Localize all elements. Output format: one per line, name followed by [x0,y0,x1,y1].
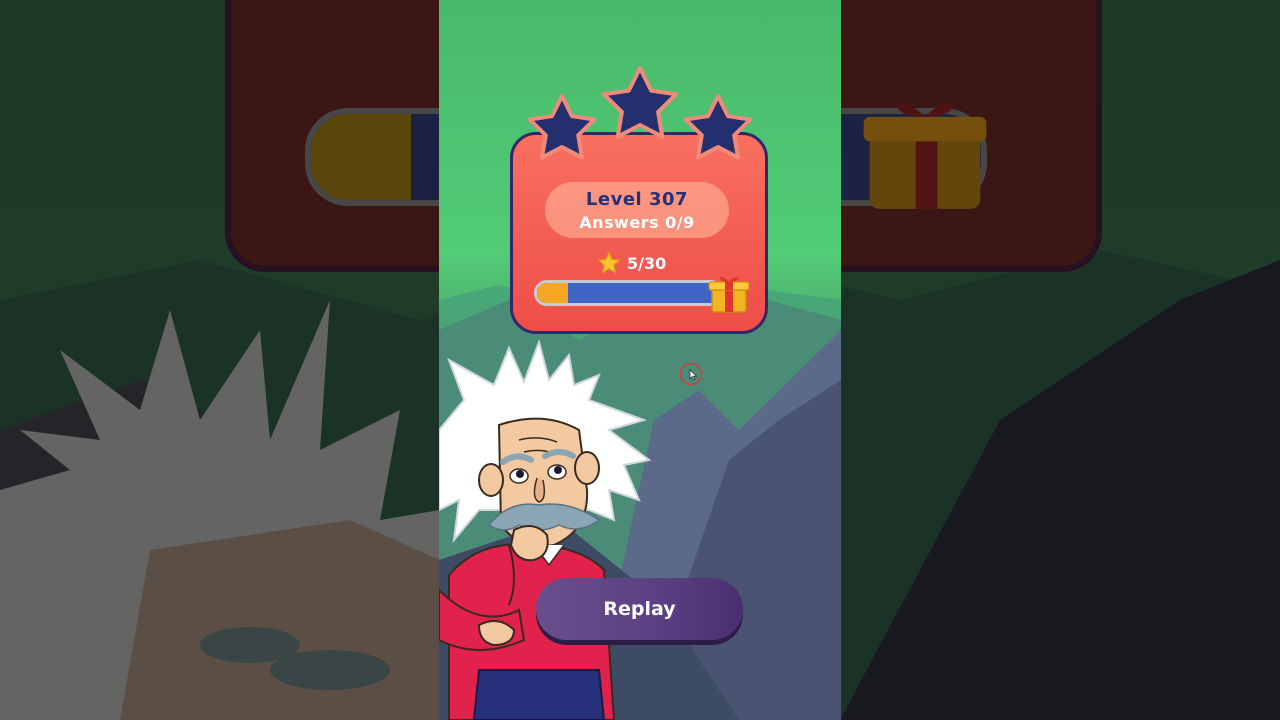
answers-count: Answers 0/9 [579,213,695,232]
level-info: Level 307 Answers 0/9 [545,182,729,238]
star-progress-bar [534,280,724,306]
star-count-label: 5/30 [627,253,667,273]
rating-star-icon [683,94,753,160]
stars-rating [527,66,753,160]
gift-icon[interactable] [705,270,753,314]
star-count: 5/30 [597,250,666,276]
rating-star-icon [527,94,597,160]
cursor-indicator [679,362,703,386]
star-progress-fill [537,283,568,303]
replay-button[interactable]: Replay [536,578,743,640]
star-icon [597,251,621,274]
game-screen: Level 307 Answers 0/9 5/30 Replay [439,0,841,720]
rating-star-icon [601,66,679,139]
level-title: Level 307 [585,189,689,210]
einstein-character [439,340,652,720]
